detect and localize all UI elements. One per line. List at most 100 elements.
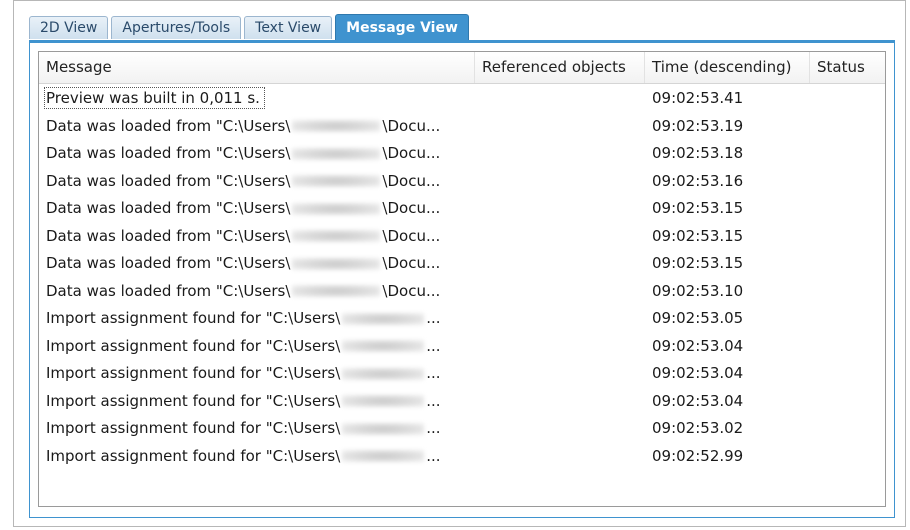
- message-text: Data was loaded from "C:\Users\ \Docu...: [46, 172, 440, 190]
- column-header-referenced-objects[interactable]: Referenced objects: [475, 52, 645, 83]
- referenced-objects-cell: [475, 250, 645, 278]
- column-header-message[interactable]: Message: [39, 52, 475, 83]
- message-text: Import assignment found for "C:\Users\..…: [46, 419, 441, 437]
- redacted-username-blur: [292, 285, 381, 297]
- message-row[interactable]: Import assignment found for "C:\Users\..…: [39, 443, 885, 471]
- message-cell: Data was loaded from "C:\Users\ \Docu...: [39, 250, 475, 278]
- message-row[interactable]: Data was loaded from "C:\Users\ \Docu... 0…: [39, 113, 885, 141]
- message-cell: Import assignment found for "C:\Users\..…: [39, 415, 475, 443]
- time-cell: 09:02:53.02: [652, 419, 744, 437]
- message-text-start: Import assignment found for "C:\Users\: [46, 391, 341, 410]
- message-cell: Import assignment found for "C:\Users\..…: [39, 360, 475, 388]
- message-text: Data was loaded from "C:\Users\ \Docu...: [46, 117, 440, 135]
- view-tab-bar: 2D View Apertures/Tools Text View Messag…: [29, 14, 472, 40]
- message-text-start: Data was loaded from "C:\Users\: [46, 199, 291, 217]
- message-text: Data was loaded from "C:\Users\ \Docu...: [46, 199, 440, 217]
- message-cell: Data was loaded from "C:\Users\ \Docu...: [39, 168, 475, 196]
- tab-message-view[interactable]: Message View: [335, 14, 469, 40]
- tab-apertures-tools[interactable]: Apertures/Tools: [111, 16, 242, 39]
- message-text: Preview was built in 0,011 s.: [44, 87, 265, 109]
- time-cell: 09:02:53.41: [652, 89, 744, 107]
- message-row[interactable]: Import assignment found for "C:\Users\..…: [39, 333, 885, 361]
- message-text-start: Import assignment found for "C:\Users\: [46, 446, 341, 465]
- message-text: Import assignment found for "C:\Users\..…: [46, 337, 441, 355]
- redacted-username-blur: [342, 340, 425, 352]
- time-cell: 09:02:53.04: [652, 364, 744, 382]
- time-cell: 09:02:53.05: [652, 309, 744, 327]
- message-text-start: Data was loaded from "C:\Users\: [46, 116, 291, 135]
- message-row[interactable]: Data was loaded from "C:\Users\ \Docu... 0…: [39, 140, 885, 168]
- message-text-start: Data was loaded from "C:\Users\: [46, 254, 291, 272]
- message-row[interactable]: Data was loaded from "C:\Users\ \Docu... 0…: [39, 195, 885, 223]
- message-text-start: Import assignment found for "C:\Users\: [46, 364, 341, 382]
- status-cell: [810, 168, 885, 196]
- message-cell: Import assignment found for "C:\Users\..…: [39, 443, 475, 471]
- message-row[interactable]: Import assignment found for "C:\Users\..…: [39, 388, 885, 416]
- message-text-end: \Docu...: [382, 171, 441, 190]
- message-text-end: ...: [426, 364, 441, 382]
- time-cell: 09:02:52.99: [652, 446, 744, 465]
- message-row[interactable]: Preview was built in 0,011 s. 09:02:53.41: [39, 85, 885, 113]
- message-row[interactable]: Import assignment found for "C:\Users\..…: [39, 360, 885, 388]
- message-row[interactable]: Data was loaded from "C:\Users\ \Docu... 0…: [39, 278, 885, 306]
- message-text-end: ...: [426, 419, 441, 437]
- message-row[interactable]: Data was loaded from "C:\Users\ \Docu... 0…: [39, 223, 885, 251]
- status-cell: [810, 195, 885, 223]
- message-cell: Data was loaded from "C:\Users\ \Docu...: [39, 195, 475, 223]
- message-cell: Import assignment found for "C:\Users\..…: [39, 305, 475, 333]
- status-cell: [810, 85, 885, 113]
- referenced-objects-cell: [475, 278, 645, 306]
- message-rows: Preview was built in 0,011 s. 09:02:53.41…: [39, 85, 885, 470]
- status-cell: [810, 223, 885, 251]
- message-text-end: \Docu...: [382, 116, 441, 135]
- message-text: Data was loaded from "C:\Users\ \Docu...: [46, 282, 440, 300]
- message-text-start: Data was loaded from "C:\Users\: [46, 281, 291, 300]
- message-row[interactable]: Import assignment found for "C:\Users\..…: [39, 415, 885, 443]
- time-cell: 09:02:53.18: [652, 144, 744, 162]
- message-text: Data was loaded from "C:\Users\ \Docu...: [46, 254, 440, 272]
- message-row[interactable]: Import assignment found for "C:\Users\..…: [39, 305, 885, 333]
- redacted-username-blur: [342, 450, 425, 462]
- status-cell: [810, 113, 885, 141]
- message-list-header: Message Referenced objects Time (descend…: [39, 52, 885, 84]
- message-view-panel: Message Referenced objects Time (descend…: [29, 42, 895, 518]
- redacted-username-blur: [292, 230, 381, 242]
- message-text-end: ...: [426, 446, 441, 465]
- status-cell: [810, 443, 885, 471]
- tab-2d-view[interactable]: 2D View: [29, 16, 109, 39]
- message-text: Import assignment found for "C:\Users\..…: [46, 309, 441, 327]
- message-text-start: Import assignment found for "C:\Users\: [46, 309, 341, 327]
- time-cell: 09:02:53.16: [652, 171, 744, 190]
- referenced-objects-cell: [475, 168, 645, 196]
- message-text: Import assignment found for "C:\Users\..…: [46, 392, 441, 410]
- column-header-status[interactable]: Status: [810, 52, 885, 83]
- referenced-objects-cell: [475, 113, 645, 141]
- referenced-objects-cell: [475, 195, 645, 223]
- column-header-time[interactable]: Time (descending): [645, 52, 810, 83]
- time-cell: 09:02:53.15: [652, 254, 744, 272]
- status-cell: [810, 415, 885, 443]
- time-cell: 09:02:53.15: [652, 199, 744, 217]
- redacted-username-blur: [342, 312, 425, 325]
- message-text: Import assignment found for "C:\Users\..…: [46, 364, 441, 382]
- message-text-end: \Docu...: [382, 226, 441, 245]
- redacted-username-blur: [342, 367, 425, 380]
- message-cell: Data was loaded from "C:\Users\ \Docu...: [39, 223, 475, 251]
- message-row[interactable]: Data was loaded from "C:\Users\ \Docu... 0…: [39, 168, 885, 196]
- message-cell: Data was loaded from "C:\Users\ \Docu...: [39, 140, 475, 168]
- message-list[interactable]: Message Referenced objects Time (descend…: [38, 51, 886, 507]
- redacted-username-blur: [292, 202, 381, 215]
- status-cell: [810, 278, 885, 306]
- message-cell: Data was loaded from "C:\Users\ \Docu...: [39, 113, 475, 141]
- referenced-objects-cell: [475, 85, 645, 113]
- time-cell: 09:02:53.10: [652, 281, 744, 300]
- tab-text-view[interactable]: Text View: [244, 16, 333, 39]
- message-text-end: \Docu...: [382, 144, 441, 162]
- time-cell: 09:02:53.15: [652, 226, 744, 245]
- message-text-end: \Docu...: [382, 254, 441, 272]
- message-cell: Import assignment found for "C:\Users\..…: [39, 333, 475, 361]
- referenced-objects-cell: [475, 388, 645, 416]
- status-cell: [810, 250, 885, 278]
- message-row[interactable]: Data was loaded from "C:\Users\ \Docu... 0…: [39, 250, 885, 278]
- redacted-username-blur: [342, 422, 425, 435]
